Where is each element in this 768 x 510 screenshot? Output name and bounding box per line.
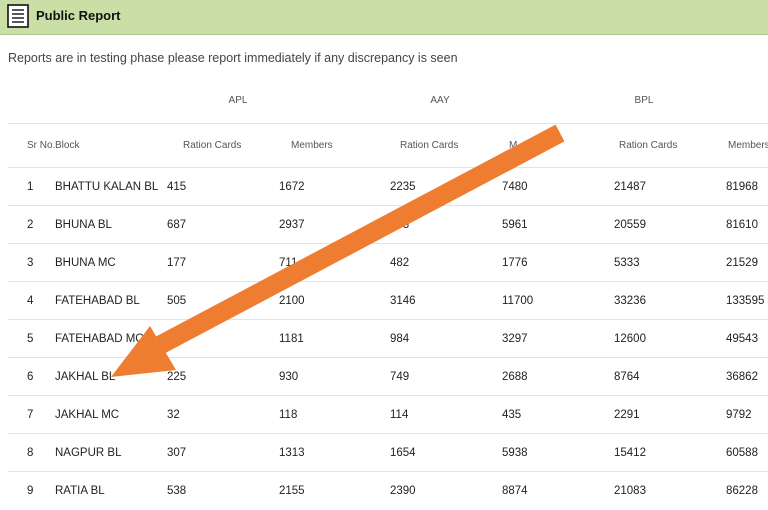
annotation-arrow bbox=[111, 124, 565, 377]
arrow-shaft bbox=[142, 124, 565, 361]
